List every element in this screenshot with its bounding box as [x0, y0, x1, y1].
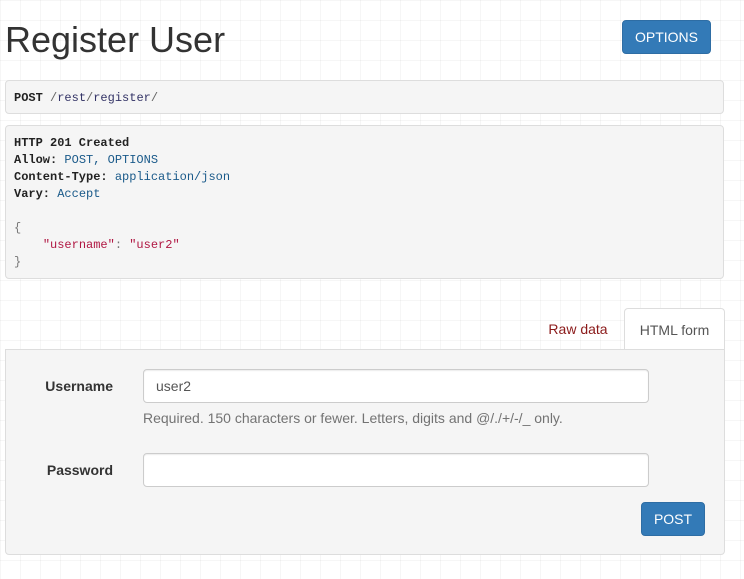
password-input[interactable] [143, 453, 649, 487]
page-title: Register User [5, 19, 226, 60]
json-key-username: "username" [42, 238, 115, 252]
status-line: HTTP 201 Created [14, 136, 130, 150]
breadcrumb-rest[interactable]: rest [57, 91, 86, 105]
tab-html-form[interactable]: HTML form [624, 308, 725, 351]
header-key-content-type: Content-Type: [14, 170, 108, 184]
post-button[interactable]: POST [641, 502, 705, 536]
request-info: POST /rest/register/ [5, 80, 724, 114]
request-method: POST [14, 91, 43, 105]
json-colon: : [114, 238, 130, 252]
username-input[interactable] [143, 369, 649, 403]
header-value-content-type: application/json [114, 170, 231, 184]
username-help-text: Required. 150 characters or fewer. Lette… [143, 410, 563, 426]
json-open-brace: { [14, 221, 22, 235]
response-panel: HTTP 201 Created Allow: POST, OPTIONS Cont… [5, 125, 724, 279]
password-label: Password [46, 462, 113, 478]
path-separator: / [150, 91, 159, 105]
options-button[interactable]: OPTIONS [622, 20, 711, 54]
tab-raw-data[interactable]: Raw data [537, 308, 619, 350]
header-value-allow: POST, OPTIONS [64, 153, 159, 167]
json-close-brace: } [14, 255, 22, 269]
header-value-vary: Accept [57, 187, 101, 201]
header-key-vary: Vary: [14, 187, 51, 201]
header-key-allow: Allow: [14, 153, 58, 167]
username-label: Username [45, 378, 113, 394]
json-value-username: "user2" [129, 238, 180, 252]
breadcrumb-register[interactable]: register [93, 91, 151, 105]
